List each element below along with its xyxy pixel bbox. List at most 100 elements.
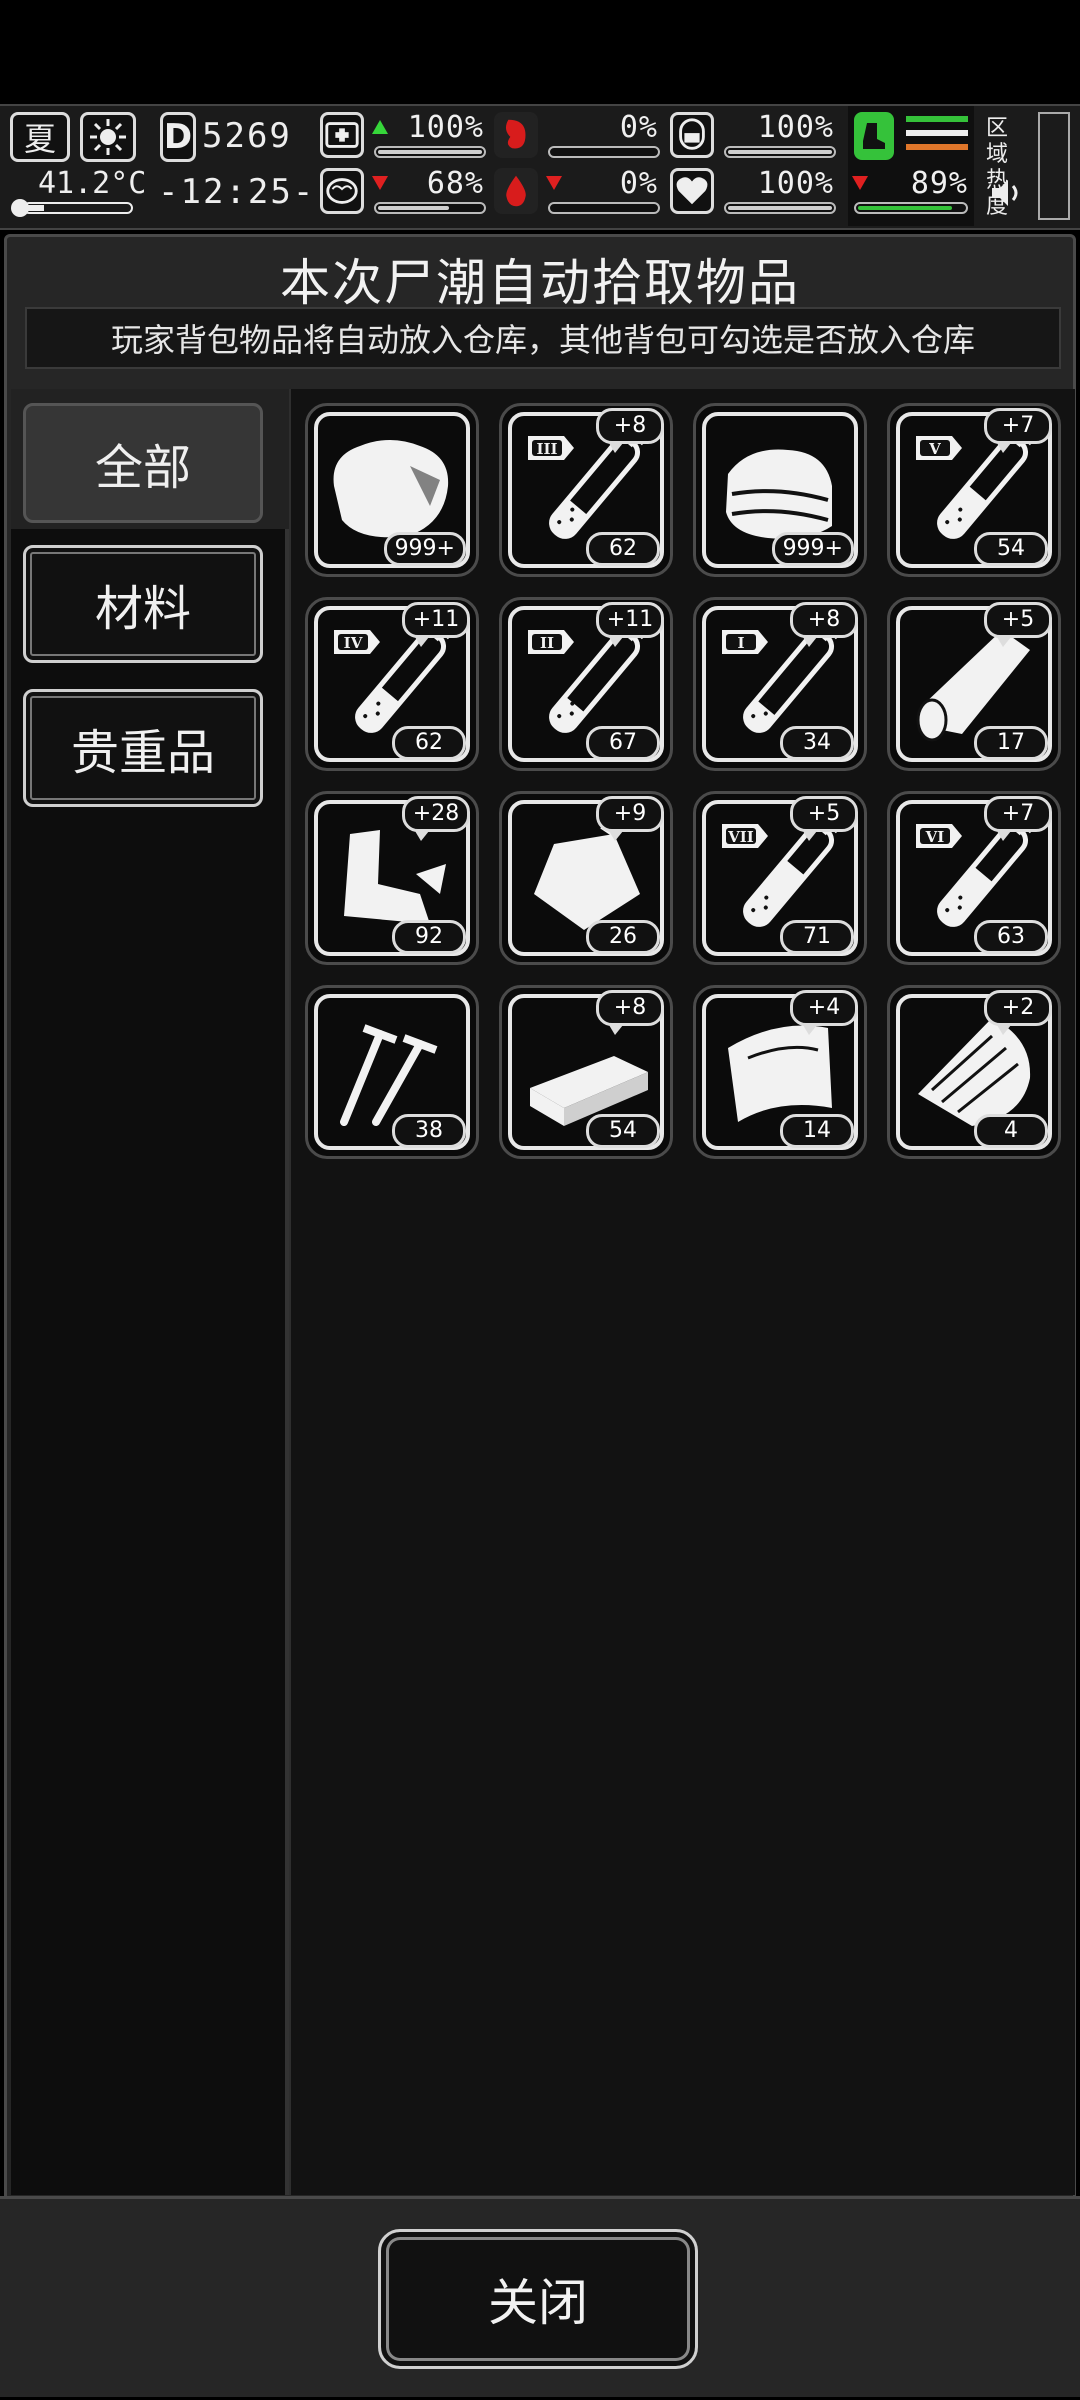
blood-bar [548,202,660,214]
stat-shield: 100% [670,110,840,166]
stamina-panel: 89% [848,106,974,226]
item-slot[interactable]: 14 +4 [693,985,867,1159]
stat-brain: 68% [320,166,490,222]
item-slot[interactable]: I 34 +8 [693,597,867,771]
item-bonus-badge: +11 [596,602,664,647]
svg-text:II: II [540,634,554,652]
item-slot[interactable]: IV 62 +11 [305,597,479,771]
item-count-badge: 999+ [771,532,854,566]
tab-materials-label: 材料 [94,581,191,637]
clock-readout: -12:25- [158,172,316,212]
blood-value: 0% [619,166,658,201]
item-slot[interactable]: 26 +9 [499,791,673,965]
item-bonus-badge: +8 [596,408,664,453]
item-bonus-badge: +7 [984,796,1052,841]
stamina-level-lines [906,116,968,150]
heart-bar [724,202,836,214]
shield-bar-fill [728,150,832,154]
item-count-badge: 62 [586,532,660,566]
info-banner-text: 玩家背包物品将自动放入仓库，其他背包可勾选是否放入仓库 [110,321,975,359]
stat-hunger: 0% [494,110,664,166]
panel-title: 本次尸潮自动拾取物品 [280,254,800,312]
tab-valuables-label: 贵重品 [70,725,215,781]
status-hud: 夏 41.2°C D 5269 -12:25- 100% 0% 100% 68% 0% 1… [0,104,1080,230]
item-slot[interactable]: VII 71 +5 [693,791,867,965]
brain-icon [320,168,364,214]
tab-materials[interactable]: 材料 [23,545,263,663]
svg-text:III: III [536,440,557,458]
item-bonus-badge: +8 [790,602,858,647]
boot-icon [854,112,894,160]
info-banner: 玩家背包物品将自动放入仓库，其他背包可勾选是否放入仓库 [25,307,1061,369]
shield-icon [670,112,714,158]
item-bonus-badge: +5 [790,796,858,841]
item-count-badge: 67 [586,726,660,760]
stamina-bar [854,202,968,214]
item-bonus-badge: +9 [596,796,664,841]
item-count-badge: 71 [780,920,854,954]
item-count-badge: 34 [780,726,854,760]
item-bonus-badge: +8 [596,990,664,1035]
brain-bar [374,202,486,214]
item-slot[interactable]: 54 +8 [499,985,673,1159]
blood-icon [494,168,538,214]
item-slot[interactable]: VI 63 +7 [887,791,1061,965]
close-button[interactable]: 关闭 [378,2229,698,2369]
tab-all[interactable]: 全部 [23,403,263,523]
speaker-icon[interactable] [990,178,1026,212]
item-count-badge: 54 [586,1114,660,1148]
item-bonus-badge: +28 [402,796,470,841]
panel-footer: 关闭 [0,2196,1080,2397]
item-count-badge: 17 [974,726,1048,760]
item-bonus-badge: +4 [790,990,858,1035]
shield-bar [724,146,836,158]
item-count-badge: 14 [780,1114,854,1148]
item-slot[interactable]: 4 +2 [887,985,1061,1159]
item-bonus-badge: +2 [984,990,1052,1035]
zone-heat[interactable]: 区域热度 [982,112,1074,222]
stat-heart: 100% [670,166,840,222]
item-count-badge: 4 [974,1114,1048,1148]
heart-value: 100% [757,166,834,201]
heart-bar-fill [728,206,832,210]
item-slot[interactable]: 17 +5 [887,597,1061,771]
tab-all-label: 全部 [94,440,191,496]
svg-text:IV: IV [344,634,363,652]
season-badge: 夏 [10,112,70,162]
health-icon [320,112,364,158]
health-bar [374,146,486,158]
shield-value: 100% [757,110,834,145]
health-bar-fill [378,150,482,154]
close-button-label: 关闭 [488,2274,588,2332]
day-icon: D [160,112,196,162]
item-count-badge: 26 [586,920,660,954]
health-value: 100% [407,110,484,145]
season-label: 夏 [23,120,56,158]
hunger-value: 0% [619,110,658,145]
svg-text:I: I [737,634,744,652]
item-count-badge: 92 [392,920,466,954]
stat-health: 100% [320,110,490,166]
item-slot[interactable]: 999+ [305,403,479,577]
item-slot[interactable]: 92 +28 [305,791,479,965]
zone-heat-gauge [1038,112,1070,220]
item-bonus-badge: +11 [402,602,470,647]
svg-text:V: V [928,440,941,458]
item-slot[interactable]: V 54 +7 [887,403,1061,577]
item-slot[interactable]: 38 [305,985,479,1159]
item-count-badge: 38 [392,1114,466,1148]
item-count-badge: 62 [392,726,466,760]
item-slot[interactable]: III 62 +8 [499,403,673,577]
day-counter: 5269 [202,116,292,156]
auto-pickup-panel: 本次尸潮自动拾取物品 玩家背包物品将自动放入仓库，其他背包可勾选是否放入仓库 全… [4,234,1076,2396]
item-grid: 999+ III 62 +8 999+ V 54 +7 IV 62 +11 II… [289,389,1075,2195]
item-slot[interactable]: II 67 +11 [499,597,673,771]
item-slot[interactable]: 999+ [693,403,867,577]
brain-value: 68% [426,166,484,201]
item-count-badge: 63 [974,920,1048,954]
category-sidebar: 全部 材料 贵重品 [11,389,289,2195]
day-letter: D [163,117,193,157]
thermometer-icon [10,198,134,218]
tab-valuables[interactable]: 贵重品 [23,689,263,807]
brain-bar-fill [378,206,449,210]
